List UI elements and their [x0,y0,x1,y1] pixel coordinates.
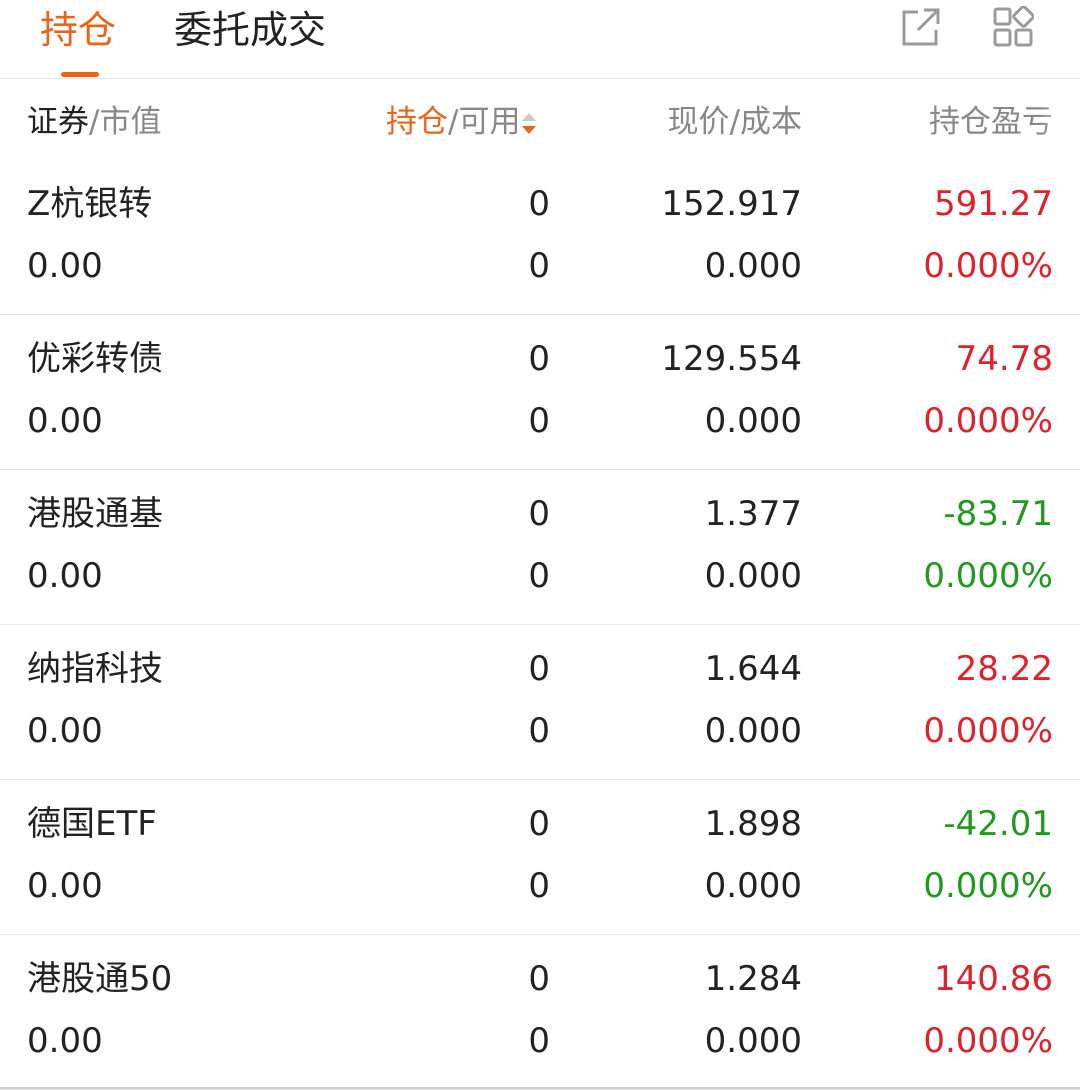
header-position-label: 持仓 [386,104,448,140]
tab-active-indicator [61,72,99,77]
cost-price: 0.000 [704,866,802,906]
position-qty: 0 [528,339,550,379]
current-price: 1.644 [704,649,802,689]
external-open-icon[interactable] [900,6,942,48]
profit-loss-pct: 0.000% [923,246,1053,286]
market-value: 0.00 [27,711,103,751]
security-name: 纳指科技 [27,649,163,689]
position-qty: 0 [528,494,550,534]
security-name: 港股通50 [27,959,173,999]
current-price: 129.554 [661,339,802,379]
security-name: Z杭银转 [27,184,153,224]
holding-row[interactable]: 港股通基 0.00 0 0 1.377 0.000 -83.71 0.000% [0,470,1080,625]
current-price: 1.898 [704,804,802,844]
profit-loss: 74.78 [955,339,1053,379]
cost-price: 0.000 [704,246,802,286]
grid-layout-icon[interactable] [992,6,1034,48]
profit-loss-pct: 0.000% [923,1021,1053,1061]
available-qty: 0 [528,711,550,751]
available-qty: 0 [528,866,550,906]
position-qty: 0 [528,959,550,999]
profit-loss: 140.86 [934,959,1053,999]
market-value: 0.00 [27,246,103,286]
profit-loss-pct: 0.000% [923,401,1053,441]
security-name: 德国ETF [27,804,157,844]
market-value: 0.00 [27,556,103,596]
current-price: 152.917 [661,184,802,224]
holding-row[interactable]: 港股通50 0.00 0 0 1.284 0.000 140.86 0.000% [0,935,1080,1090]
profit-loss: 28.22 [955,649,1053,689]
sort-desc-icon [522,112,537,135]
header-position-available[interactable]: 持仓/可用 [386,100,537,144]
market-value: 0.00 [27,866,103,906]
profit-loss-pct: 0.000% [923,866,1053,906]
header-market-value-label: 市值 [99,104,162,140]
header-separator: / [448,104,459,140]
position-qty: 0 [528,184,550,224]
header-separator: / [89,104,100,140]
cost-price: 0.000 [704,711,802,751]
cost-price: 0.000 [704,1021,802,1061]
position-qty: 0 [528,804,550,844]
header-profit-loss[interactable]: 持仓盈亏 [929,100,1053,144]
header-price-cost[interactable]: 现价/成本 [668,100,802,144]
security-name: 港股通基 [27,494,163,534]
holding-row[interactable]: 德国ETF 0.00 0 0 1.898 0.000 -42.01 0.000% [0,780,1080,935]
profit-loss: 591.27 [934,184,1053,224]
cost-price: 0.000 [704,556,802,596]
market-value: 0.00 [27,1021,103,1061]
current-price: 1.284 [704,959,802,999]
current-price: 1.377 [704,494,802,534]
profit-loss-pct: 0.000% [923,711,1053,751]
profit-loss: -42.01 [943,804,1053,844]
market-value: 0.00 [27,401,103,441]
profit-loss: -83.71 [943,494,1053,534]
tab-bar: 持仓 委托成交 [0,0,1080,79]
holding-row[interactable]: 纳指科技 0.00 0 0 1.644 0.000 28.22 0.000% [0,625,1080,780]
profit-loss-pct: 0.000% [923,556,1053,596]
tab-orders-trades[interactable]: 委托成交 [174,4,326,56]
security-name: 优彩转债 [27,339,163,379]
header-available-label: 可用 [458,104,521,140]
header-security-label: 证券 [27,104,89,140]
available-qty: 0 [528,401,550,441]
available-qty: 0 [528,246,550,286]
holding-row[interactable]: 优彩转债 0.00 0 0 129.554 0.000 74.78 0.000% [0,315,1080,470]
tab-holdings[interactable]: 持仓 [40,4,116,56]
header-fade-overlay [1040,98,1080,148]
available-qty: 0 [528,1021,550,1061]
cost-price: 0.000 [704,401,802,441]
position-qty: 0 [528,649,550,689]
available-qty: 0 [528,556,550,596]
holding-row[interactable]: Z杭银转 0.00 0 0 152.917 0.000 591.27 0.000% [0,160,1080,315]
header-security-market-value[interactable]: 证券/市值 [27,100,161,144]
